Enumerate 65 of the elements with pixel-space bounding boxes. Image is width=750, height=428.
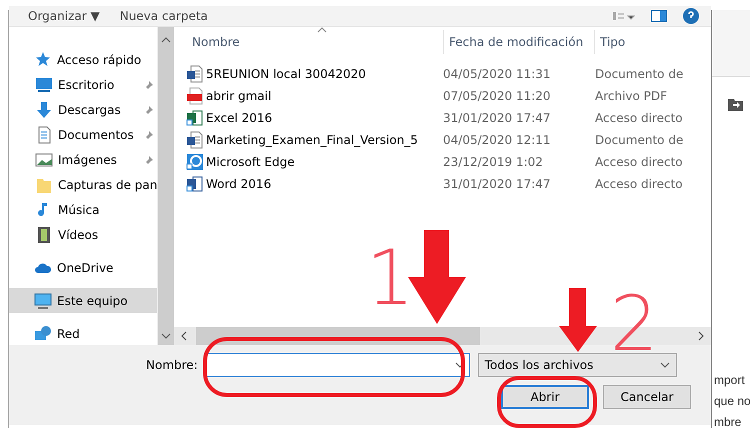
- nav-item[interactable]: Este equipo: [9, 288, 157, 313]
- preview-pane-icon: [651, 10, 667, 22]
- background-text: mport: [714, 373, 745, 387]
- computer-icon: [34, 292, 52, 310]
- modified-date: 31/01/2020 17:47: [443, 177, 552, 191]
- word-shortcut-icon: [186, 175, 203, 193]
- nav-item[interactable]: Documentos: [9, 122, 157, 147]
- scroll-right-icon: [697, 331, 705, 341]
- step-number: 1: [366, 240, 414, 316]
- file-name[interactable]: Marketing_Examen_Final_Version_5: [206, 133, 418, 147]
- folder-move-icon: [728, 98, 743, 111]
- view-options-icon: [613, 11, 635, 21]
- dropdown-caret-icon: [660, 362, 670, 368]
- file-name-label: Nombre:: [146, 358, 198, 372]
- file-name[interactable]: Word 2016: [206, 177, 272, 191]
- film-icon: [35, 226, 53, 244]
- arrow-drawing: [559, 288, 597, 352]
- background-text: que no: [714, 394, 750, 408]
- file-name[interactable]: abrir gmail: [206, 89, 272, 103]
- file-type: Archivo PDF: [595, 89, 668, 103]
- file-type-dropdown[interactable]: Todos los archivos: [478, 353, 677, 377]
- file-type: Acceso directo: [595, 155, 684, 169]
- cancel-button[interactable]: Cancelar: [603, 385, 691, 409]
- scroll-left-icon: [180, 331, 188, 341]
- star-icon: [34, 50, 52, 68]
- file-type: Documento de: [595, 133, 684, 147]
- word-document-icon: [186, 131, 203, 149]
- nav-item[interactable]: Escritorio: [9, 72, 157, 97]
- nav-item[interactable]: Capturas de pan: [9, 172, 157, 197]
- nav-item[interactable]: Acceso rápido: [9, 47, 157, 72]
- down-arrow-icon: [35, 100, 53, 118]
- modified-date: 31/01/2020 17:47: [443, 111, 552, 125]
- column-header[interactable]: Fecha de modificación: [443, 30, 594, 54]
- spreadsheet-shortcut-icon: [186, 109, 203, 127]
- browser-shortcut-icon: [186, 153, 203, 171]
- modified-date: 04/05/2020 12:11: [443, 133, 552, 147]
- modified-date: 07/05/2020 11:20: [443, 89, 552, 103]
- monitor-icon: [35, 76, 53, 94]
- nav-item[interactable]: Descargas: [9, 97, 157, 122]
- modified-date: 23/12/2019 1:02: [443, 155, 544, 169]
- sort-caret-icon: [317, 27, 327, 33]
- image-icon: [35, 150, 53, 168]
- network-icon: [34, 324, 52, 342]
- column-header[interactable]: Tipo: [594, 30, 711, 54]
- nav-item[interactable]: OneDrive: [9, 255, 157, 280]
- nav-item[interactable]: Vídeos: [9, 222, 157, 247]
- nav-item[interactable]: Red: [9, 321, 157, 345]
- file-name[interactable]: Microsoft Edge: [206, 155, 295, 169]
- file-type: Acceso directo: [595, 111, 684, 125]
- file-name[interactable]: Excel 2016: [206, 111, 272, 125]
- pdf-document-icon: [186, 87, 203, 105]
- file-type: Documento de: [595, 67, 684, 81]
- new-folder-button[interactable]: Nueva carpeta: [120, 9, 208, 23]
- file-name[interactable]: 5REUNION local 30042020: [206, 67, 366, 81]
- file-type: Acceso directo: [595, 177, 684, 191]
- word-document-icon: [186, 65, 203, 83]
- modified-date: 04/05/2020 11:31: [443, 67, 552, 81]
- column-header[interactable]: Nombre: [174, 30, 443, 54]
- nav-item[interactable]: Imágenes: [9, 147, 157, 172]
- background-text: mbre: [714, 415, 742, 428]
- scroll-up-icon: [161, 35, 171, 43]
- scroll-down-icon: [161, 333, 171, 341]
- open-button[interactable]: Abrir: [501, 385, 589, 409]
- organize-menu[interactable]: Organizar ▼: [28, 9, 100, 23]
- nav-item[interactable]: Música: [9, 197, 157, 222]
